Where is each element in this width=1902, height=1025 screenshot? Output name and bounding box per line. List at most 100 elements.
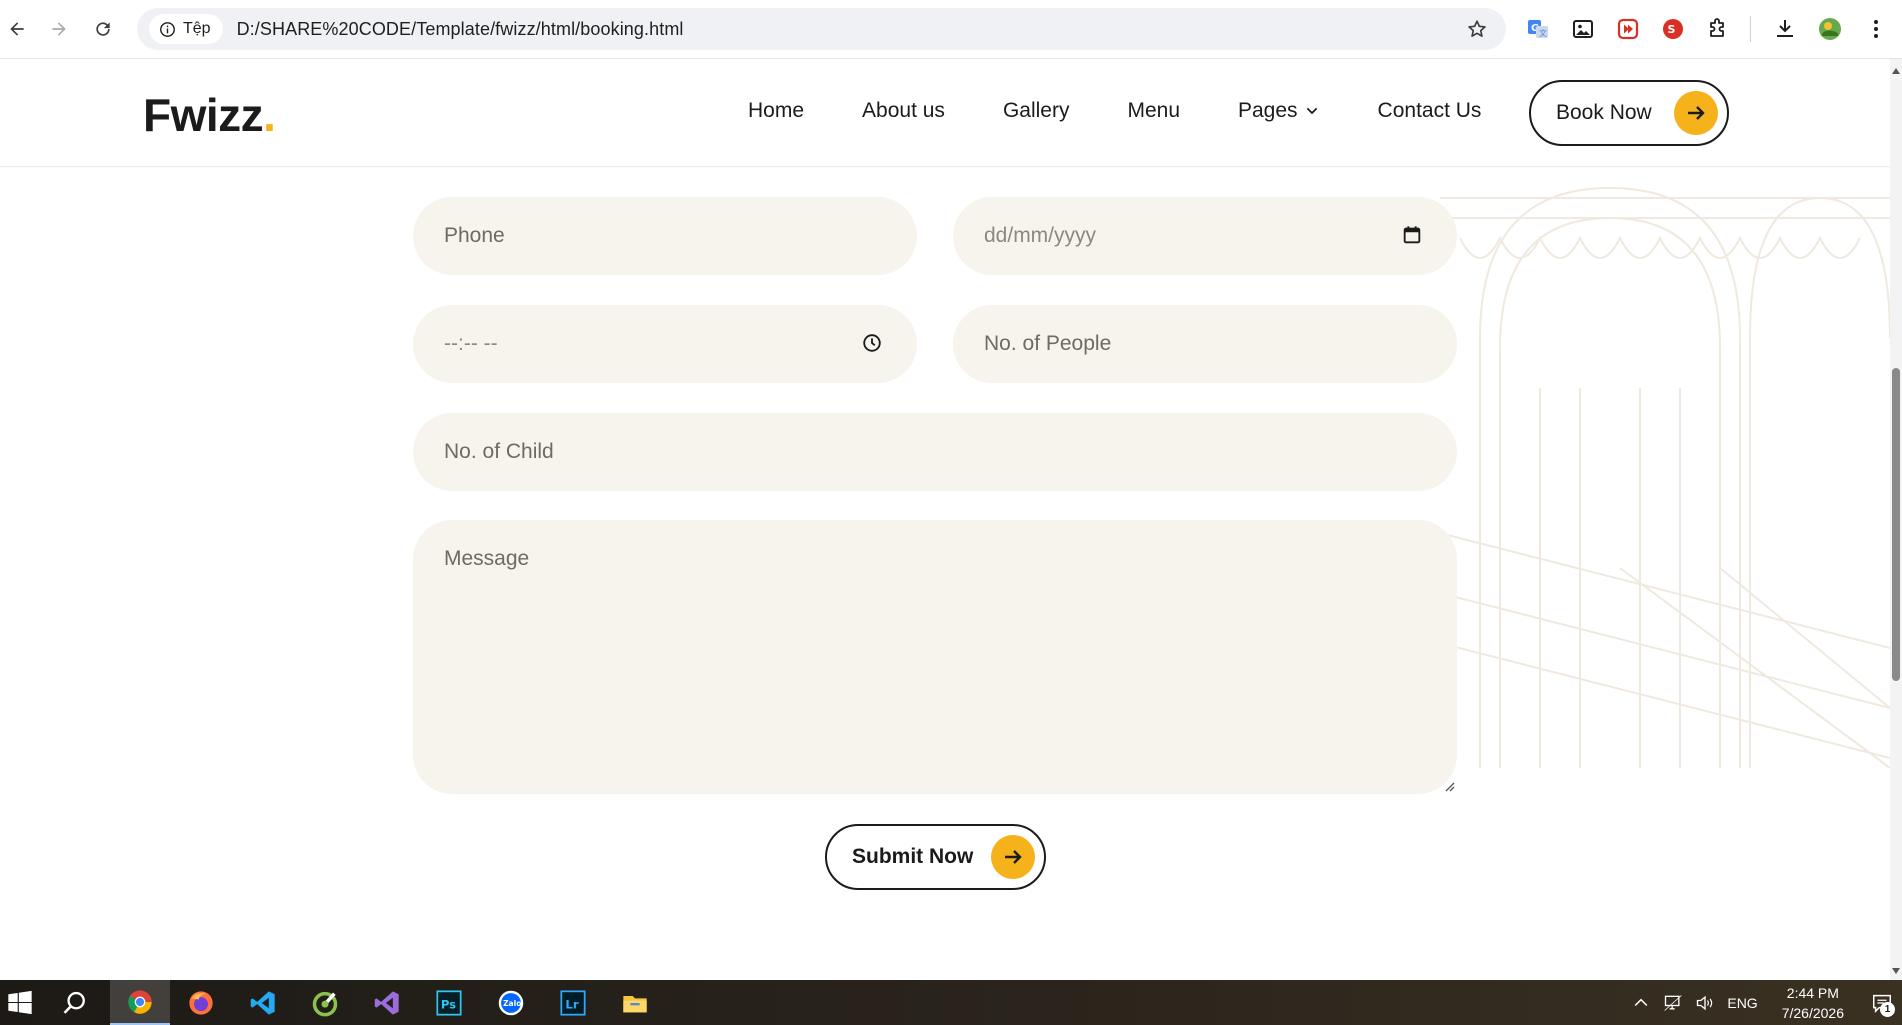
firefox-taskbar-icon[interactable]: [172, 980, 230, 1025]
arrow-right-icon: [52, 22, 66, 36]
child-placeholder: No. of Child: [444, 440, 554, 463]
phone-placeholder: Phone: [444, 224, 505, 247]
clock-time: 2:44 PM: [1786, 984, 1839, 1001]
message-placeholder: Message: [444, 547, 530, 570]
logo-text: Fwizz: [143, 89, 264, 141]
show-hidden-icons-chevron[interactable]: [1631, 993, 1651, 1013]
child-input[interactable]: No. of Child: [413, 413, 1457, 491]
search-icon: [63, 991, 85, 1014]
download-icon[interactable]: [1771, 15, 1799, 43]
speaker-icon: [1697, 995, 1713, 1010]
photoshop-icon: Ps: [436, 989, 462, 1016]
arrow-right-icon: [1005, 850, 1022, 864]
book-now-button[interactable]: Book Now: [1529, 80, 1729, 146]
scroll-down-arrow-icon[interactable]: [1892, 968, 1900, 974]
volume-tray-icon[interactable]: [1695, 993, 1715, 1013]
network-icon: [1664, 994, 1682, 1011]
svg-text:Ps: Ps: [441, 997, 456, 1011]
lightroom-taskbar-icon[interactable]: Lr: [544, 980, 602, 1025]
phone-input[interactable]: Phone: [413, 197, 917, 275]
firefox-icon: [189, 990, 213, 1015]
message-textarea[interactable]: Message: [413, 520, 1457, 794]
taskbar-clock[interactable]: 2:44 PM 7/26/2026: [1782, 983, 1844, 1023]
windows-taskbar: Ps Zalo Lr ENG 2:44 PM 7/26/2026 1: [0, 980, 1902, 1025]
decorative-arches-illustration: [1420, 186, 1890, 768]
input-language-indicator[interactable]: ENG: [1727, 995, 1757, 1011]
date-placeholder: dd/mm/yyyy: [984, 224, 1097, 247]
action-center-button[interactable]: 1: [1862, 980, 1902, 1025]
nav-contact-us[interactable]: Contact Us: [1378, 99, 1482, 123]
time-placeholder: --:-- --: [444, 332, 498, 355]
info-icon: [160, 21, 175, 37]
zalo-taskbar-icon[interactable]: Zalo: [482, 980, 540, 1025]
site-logo[interactable]: Fwizz.: [143, 88, 276, 142]
people-input[interactable]: No. of People: [953, 305, 1457, 383]
network-tray-icon[interactable]: [1663, 993, 1683, 1013]
site-header: Fwizz. Home About us Gallery Menu Pages …: [0, 59, 1890, 167]
submit-now-button[interactable]: Submit Now: [825, 824, 1046, 890]
people-placeholder: No. of People: [984, 332, 1112, 355]
arrow-circle-icon: [1674, 91, 1718, 135]
nav-home[interactable]: Home: [748, 99, 804, 123]
address-bar[interactable]: Tệp D:/SHARE%20CODE/Template/fwizz/html/…: [137, 8, 1506, 50]
browser-toolbar: Tệp D:/SHARE%20CODE/Template/fwizz/html/…: [0, 0, 1902, 59]
green-app-taskbar-icon[interactable]: [296, 980, 354, 1025]
svg-text:Zalo: Zalo: [503, 999, 521, 1008]
scroll-up-arrow-icon[interactable]: [1892, 68, 1900, 74]
svg-text:文: 文: [1539, 28, 1547, 38]
system-tray: ENG 2:44 PM 7/26/2026 1: [1631, 980, 1902, 1025]
nav-about-us[interactable]: About us: [862, 99, 945, 123]
back-button[interactable]: [0, 12, 34, 46]
image-extension-icon[interactable]: [1569, 15, 1597, 43]
arrow-circle-icon: [991, 835, 1035, 879]
video-extension-icon[interactable]: [1614, 15, 1642, 43]
vscode-icon: [250, 990, 275, 1015]
visual-studio-taskbar-icon[interactable]: [358, 980, 416, 1025]
translate-extension-icon[interactable]: G文: [1524, 15, 1552, 43]
toolbar-separator: [1750, 16, 1751, 42]
chrome-taskbar-icon[interactable]: [110, 980, 170, 1025]
main-nav: Home About us Gallery Menu Pages Contact…: [748, 99, 1481, 123]
clock-icon[interactable]: [861, 332, 883, 354]
file-explorer-taskbar-icon[interactable]: [606, 980, 664, 1025]
lightroom-icon: Lr: [560, 989, 586, 1016]
folder-icon: [623, 995, 647, 1012]
zalo-icon: Zalo: [498, 990, 524, 1015]
site-info-chip[interactable]: Tệp: [149, 14, 223, 44]
nav-pages[interactable]: Pages: [1238, 99, 1320, 123]
svg-text:Lr: Lr: [565, 997, 578, 1011]
scroll-thumb[interactable]: [1892, 368, 1900, 681]
chevron-up-icon: [1634, 998, 1648, 1006]
search-taskbar-button[interactable]: [46, 980, 104, 1025]
nav-gallery[interactable]: Gallery: [1003, 99, 1070, 123]
reload-icon: [96, 22, 110, 36]
site-info-label: Tệp: [183, 20, 211, 37]
photoshop-taskbar-icon[interactable]: Ps: [420, 980, 478, 1025]
time-input[interactable]: --:-- --: [413, 305, 917, 383]
page-scrollbar[interactable]: [1890, 59, 1902, 980]
resize-grip-icon[interactable]: [1443, 780, 1455, 792]
vscode-taskbar-icon[interactable]: [234, 980, 292, 1025]
reload-button[interactable]: [86, 12, 120, 46]
notification-count-badge: 1: [1880, 1002, 1895, 1017]
browser-menu-icon[interactable]: [1862, 15, 1890, 43]
leaf-app-icon: [312, 991, 338, 1016]
svg-text:S: S: [1668, 23, 1676, 36]
chevron-down-icon: [1306, 107, 1317, 115]
arrow-right-icon: [1688, 106, 1705, 120]
date-input[interactable]: dd/mm/yyyy: [953, 197, 1457, 275]
visual-studio-icon: [374, 990, 399, 1015]
profile-avatar-icon[interactable]: [1816, 15, 1844, 43]
extensions-puzzle-icon[interactable]: [1704, 15, 1732, 43]
bookmark-star-icon[interactable]: [1466, 18, 1488, 40]
submit-now-label: Submit Now: [852, 845, 974, 868]
start-button[interactable]: [0, 980, 40, 1025]
seo-extension-icon[interactable]: S: [1659, 15, 1687, 43]
arrow-left-icon: [10, 22, 24, 36]
nav-pages-label: Pages: [1238, 99, 1298, 122]
url-text[interactable]: D:/SHARE%20CODE/Template/fwizz/html/book…: [237, 19, 684, 40]
clock-date: 7/26/2026: [1781, 1004, 1844, 1021]
calendar-icon[interactable]: [1401, 224, 1423, 246]
nav-menu[interactable]: Menu: [1127, 99, 1180, 123]
forward-button[interactable]: [42, 12, 76, 46]
